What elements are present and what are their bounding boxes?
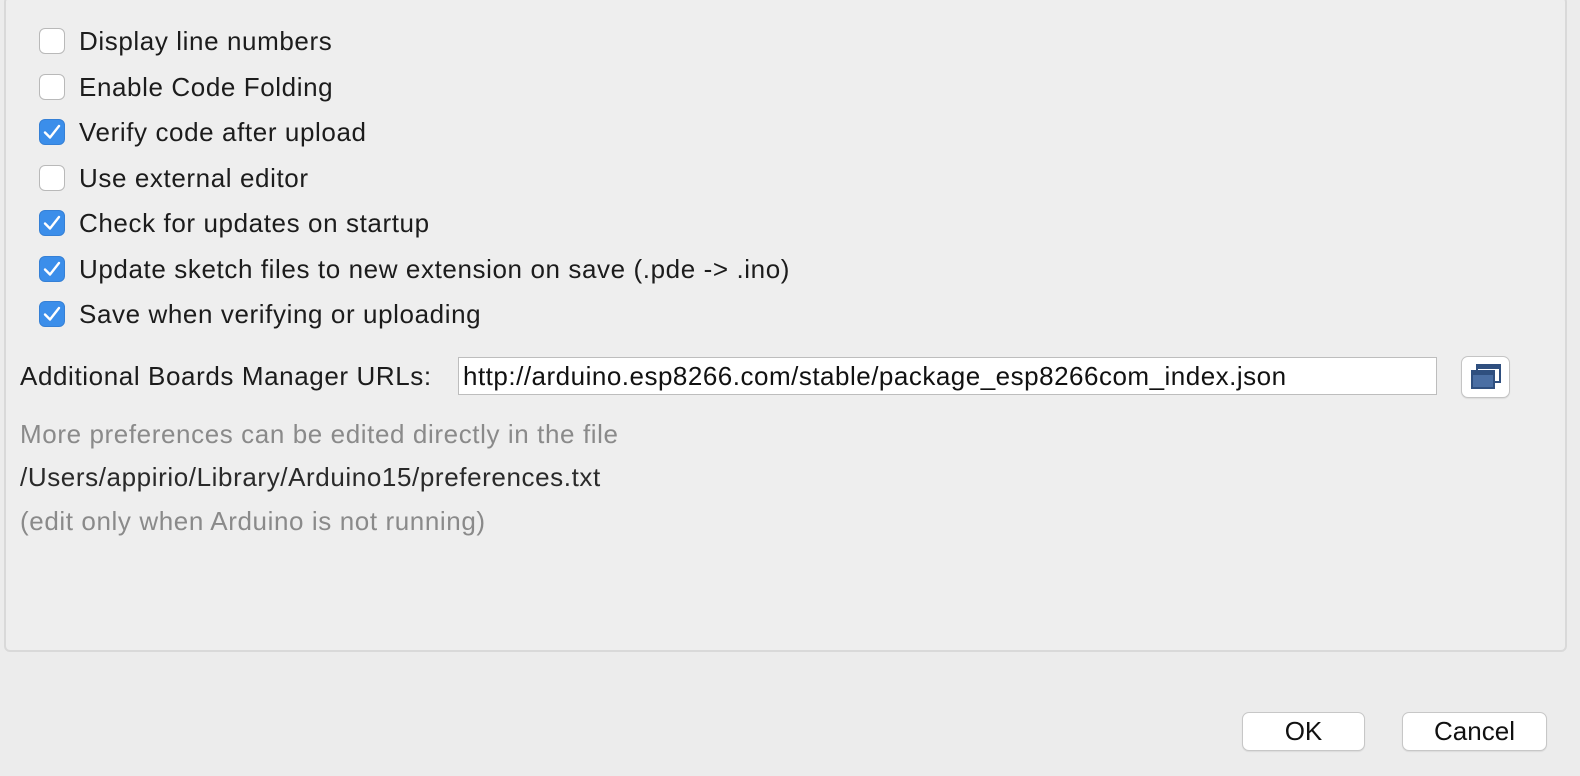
info-text: More preferences can be edited directly … — [20, 419, 619, 449]
checkbox[interactable] — [39, 256, 65, 282]
ok-button[interactable]: OK — [1242, 712, 1365, 751]
checkbox[interactable] — [39, 165, 65, 191]
option-label: Use external editor — [79, 162, 309, 193]
checkbox[interactable] — [39, 74, 65, 100]
option-label: Enable Code Folding — [79, 71, 334, 102]
boards-manager-url-input[interactable] — [458, 357, 1437, 395]
option-label: Save when verifying or uploading — [79, 298, 482, 329]
checkmark-icon — [43, 306, 61, 321]
checkbox[interactable] — [39, 28, 65, 54]
window-stack-icon — [1470, 364, 1501, 389]
boards-manager-label: Additional Boards Manager URLs: — [20, 361, 432, 391]
checkmark-icon — [43, 215, 61, 230]
checkbox[interactable] — [39, 210, 65, 236]
checkmark-icon — [43, 261, 61, 276]
option-verify-code-after-upload[interactable]: Verify code after upload — [39, 115, 367, 149]
option-label: Update sketch files to new extension on … — [79, 253, 791, 284]
option-display-line-numbers[interactable]: Display line numbers — [39, 24, 332, 58]
preferences-panel: Display line numbers Enable Code Folding… — [4, 0, 1567, 652]
option-save-when-verifying[interactable]: Save when verifying or uploading — [39, 297, 481, 331]
option-label: Display line numbers — [79, 25, 333, 56]
option-enable-code-folding[interactable]: Enable Code Folding — [39, 70, 333, 104]
checkbox[interactable] — [39, 301, 65, 327]
preferences-file-path: /Users/appirio/Library/Arduino15/prefere… — [20, 462, 601, 492]
checkbox[interactable] — [39, 119, 65, 145]
option-label: Verify code after upload — [79, 116, 367, 147]
edit-urls-button[interactable] — [1461, 356, 1510, 398]
option-update-sketch-extension[interactable]: Update sketch files to new extension on … — [39, 252, 790, 286]
cancel-button[interactable]: Cancel — [1402, 712, 1547, 751]
option-check-for-updates[interactable]: Check for updates on startup — [39, 206, 430, 240]
option-use-external-editor[interactable]: Use external editor — [39, 161, 309, 195]
option-label: Check for updates on startup — [79, 207, 430, 238]
checkmark-icon — [43, 124, 61, 139]
edit-warning-text: (edit only when Arduino is not running) — [20, 506, 486, 536]
